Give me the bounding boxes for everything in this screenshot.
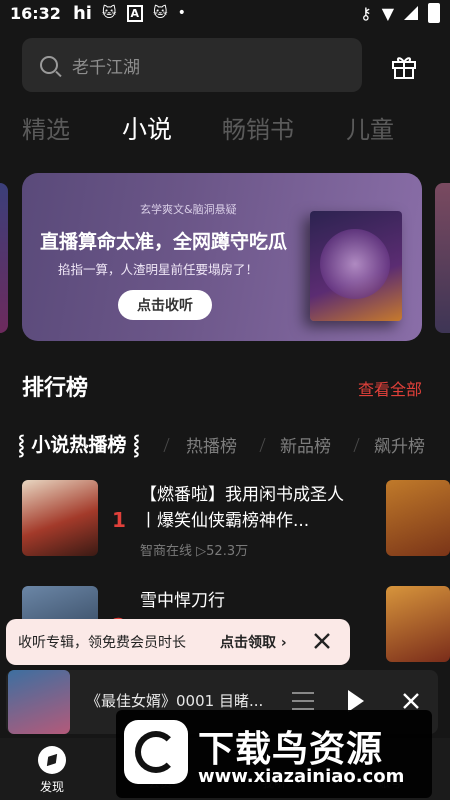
wifi-icon: ▼ xyxy=(381,3,394,23)
track-title: 《最佳女婿》0001 目睹... xyxy=(86,692,264,710)
battery-icon xyxy=(428,3,440,23)
membership-toast[interactable]: 收听专辑，领免费会员时长 点击领取 › xyxy=(6,619,350,665)
gift-icon[interactable] xyxy=(390,52,418,80)
close-icon[interactable] xyxy=(312,631,332,651)
play-icon[interactable] xyxy=(348,690,364,712)
book-meta: 智商在线 ▷52.3万 xyxy=(140,540,248,559)
status-system-icons: ⚷ ▼ xyxy=(360,3,440,23)
tab-hot[interactable]: 热播榜 xyxy=(186,432,237,457)
banner-title: 直播算命太准，全网蹲守吃瓜 xyxy=(40,231,288,253)
banner-book-cover xyxy=(310,211,402,321)
watermark-url: www.xiazainiao.com xyxy=(198,766,405,787)
see-all-link[interactable]: 查看全部 xyxy=(358,376,422,400)
watermark-title: 下载鸟资源 xyxy=(198,729,384,770)
tab-novel-hot[interactable]: ⸾ 小说热播榜 ⸾ xyxy=(18,430,140,457)
tab-children[interactable]: 儿童 xyxy=(346,110,394,145)
banner-subtitle: 玄学爽文&脑洞悬疑 xyxy=(140,203,237,216)
ranking-title: 排行榜 xyxy=(22,376,89,401)
key-icon: ⚷ xyxy=(359,3,372,23)
category-tabs: 精选 小说 畅销书 儿童 xyxy=(0,104,450,148)
search-input[interactable]: 老千江湖 xyxy=(22,38,362,92)
listen-button[interactable]: 点击收听 xyxy=(118,290,212,320)
book-cover xyxy=(22,480,98,556)
search-placeholder: 老千江湖 xyxy=(72,57,140,78)
book-cover xyxy=(386,480,450,556)
album-thumbnail xyxy=(8,670,70,734)
hi-icon: hi xyxy=(72,2,92,24)
divider xyxy=(259,438,266,452)
book-title: 【燃番啦】我用闲书成圣人丨爆笑仙侠霸榜神作... xyxy=(140,485,344,531)
book-title: 雪中悍刀行 xyxy=(140,591,225,611)
status-app-icons: hi 🐱 A 🐱 • xyxy=(73,3,186,24)
banner-next-peek[interactable] xyxy=(435,183,450,333)
tab-rising[interactable]: 飙升榜 xyxy=(374,432,425,457)
play-count: ▷52.3万 xyxy=(196,544,249,559)
tab-bestsellers[interactable]: 畅销书 xyxy=(222,110,294,145)
tab-novel-hot-label: 小说热播榜 xyxy=(31,434,127,456)
a-app-icon: A xyxy=(126,4,144,22)
cat-icon: 🐱 xyxy=(101,5,117,21)
cat-icon: 🐱 xyxy=(153,5,168,21)
tab-new[interactable]: 新品榜 xyxy=(280,432,331,457)
banner-prev-peek[interactable] xyxy=(0,183,8,333)
watermark: 下载鸟资源 www.xiazainiao.com xyxy=(116,710,432,798)
book-author: 智商在线 xyxy=(140,544,193,559)
dot-icon: • xyxy=(177,5,186,21)
list-item[interactable]: 1 【燃番啦】我用闲书成圣人丨爆笑仙侠霸榜神作... 智商在线 ▷52.3万 xyxy=(0,480,450,560)
signal-icon xyxy=(404,6,418,20)
nav-discover-label: 发现 xyxy=(39,780,64,794)
tab-novels[interactable]: 小说 xyxy=(122,110,172,146)
status-bar: 16:32 hi 🐱 A 🐱 • ⚷ ▼ xyxy=(0,0,450,26)
search-icon xyxy=(40,56,58,74)
rank-number: 1 xyxy=(112,508,126,532)
close-icon[interactable] xyxy=(400,690,422,712)
divider xyxy=(353,438,360,452)
book-cover xyxy=(386,586,450,662)
promo-banner[interactable]: 玄学爽文&脑洞悬疑 直播算命太准，全网蹲守吃瓜 掐指一算，人渣明星前任要塌房了！… xyxy=(22,173,422,341)
toast-text: 收听专辑，领免费会员时长 xyxy=(18,635,186,651)
claim-button[interactable]: 点击领取 › xyxy=(220,632,287,652)
nav-discover[interactable]: 发现 xyxy=(38,746,66,795)
divider xyxy=(163,438,170,452)
tab-featured[interactable]: 精选 xyxy=(22,110,70,145)
banner-description: 掐指一算，人渣明星前任要塌房了！ xyxy=(58,262,259,277)
status-time: 16:32 xyxy=(10,3,61,23)
bird-logo-icon xyxy=(124,720,188,784)
ranking-tabs: ⸾ 小说热播榜 ⸾ 热播榜 新品榜 飙升榜 xyxy=(0,428,450,460)
compass-icon xyxy=(38,746,66,774)
